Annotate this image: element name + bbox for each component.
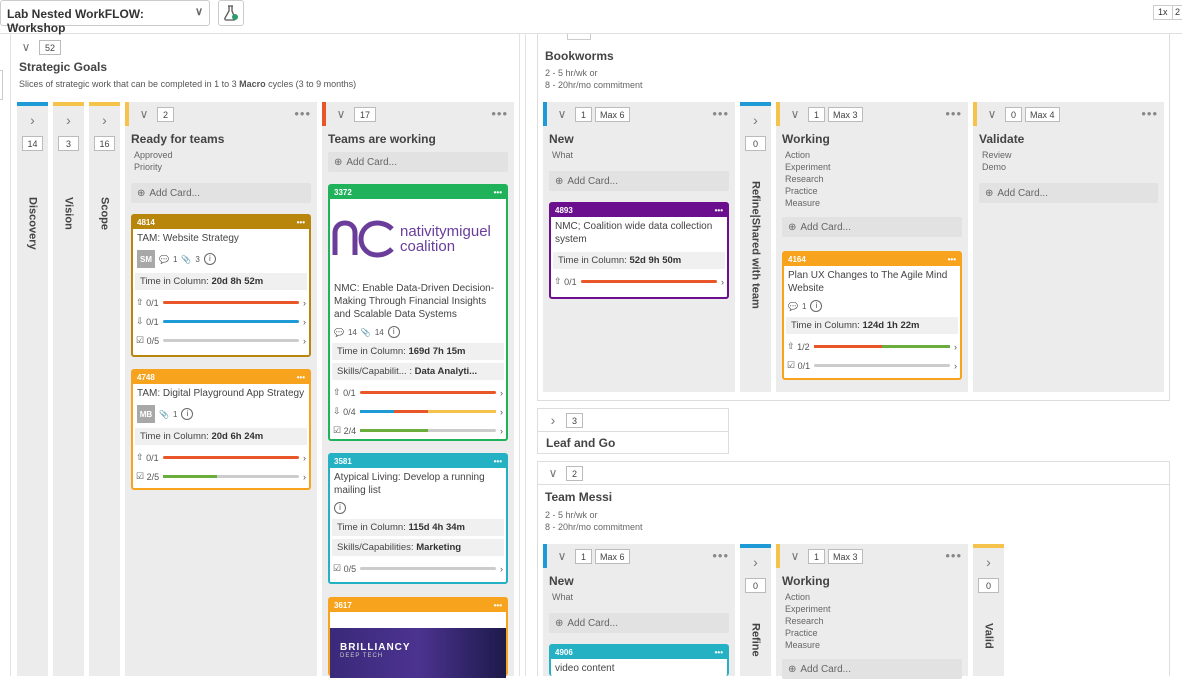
column-menu-icon[interactable]: ••• — [945, 106, 962, 121]
chevron-down-icon: ∨ — [194, 6, 203, 18]
collapsed-column-messi-validate[interactable]: › 0 Valid — [973, 544, 1004, 676]
card-4814[interactable]: 4814 ••• TAM: Website Strategy SM 💬 1 📎 3 i Ti… — [131, 214, 311, 357]
parent-arrow-icon: ⇧ — [136, 297, 144, 307]
card-3617[interactable]: 3617 ••• BRILLIANCY DEEP TECH — [328, 597, 508, 678]
card-4164[interactable]: 4164 ••• Plan UX Changes to The Agile Min… — [782, 251, 962, 380]
card-count: 52 — [39, 39, 62, 55]
info-icon[interactable]: i — [810, 300, 823, 312]
card-menu-icon[interactable]: ••• — [948, 255, 956, 264]
top-toolbar: Lab Nested WorkFLOW: Workshop ∨ 1x 2 — [0, 0, 1182, 35]
comment-icon[interactable]: 💬 — [788, 302, 798, 311]
zoom-2x-button[interactable]: 2 — [1172, 5, 1182, 20]
strategic-goals-header: ∨ 52 — [17, 35, 62, 59]
avatar: MB — [137, 405, 155, 423]
card-menu-icon[interactable]: ••• — [494, 457, 502, 466]
board-title: Lab Nested WorkFLOW: Workshop — [7, 7, 144, 35]
add-card-button[interactable]: ⊕ Add Card... — [782, 217, 962, 237]
column-menu-icon[interactable]: ••• — [1141, 106, 1158, 121]
info-icon[interactable]: i — [334, 502, 346, 514]
collapsed-column-messi-refine[interactable]: › 0 Refine — [740, 544, 771, 676]
collapsed-column-vision[interactable]: › 3 Vision — [53, 102, 84, 676]
add-card-button[interactable]: ⊕ Add Card... — [328, 152, 508, 172]
add-card-button[interactable]: ⊕ Add Card... — [549, 171, 729, 191]
section-description: Slices of strategic work that can be com… — [19, 79, 357, 89]
collapsed-column-refine[interactable]: › 0 Refine|Shared with team — [740, 102, 771, 392]
comment-icon[interactable]: 💬 — [159, 255, 169, 264]
info-icon[interactable]: i — [387, 326, 400, 338]
board-selector[interactable]: Lab Nested WorkFLOW: Workshop ∨ — [0, 0, 210, 35]
card-4906[interactable]: 4906 ••• video content — [549, 644, 729, 676]
card-menu-icon[interactable]: ••• — [715, 206, 723, 215]
card-3581[interactable]: 3581 ••• Atypical Living: Develop a runni… — [328, 453, 508, 584]
card-4748[interactable]: 4748 ••• TAM: Digital Playground App Stra… — [131, 369, 311, 490]
card-menu-icon[interactable]: ••• — [297, 218, 305, 227]
avatar: SM — [137, 250, 155, 268]
collapsed-column-scope[interactable]: › 16 Scope — [89, 102, 120, 676]
add-card-button[interactable]: ⊕ Add Card... — [131, 183, 311, 203]
lab-flask-button[interactable] — [218, 0, 244, 26]
child-arrow-icon: ⇩ — [136, 316, 144, 326]
zoom-1x-button[interactable]: 1x — [1153, 5, 1173, 20]
attachment-icon[interactable]: 📎 — [181, 255, 191, 264]
column-messi-working: ∨ 1 Max 3 ••• Working Action Experiment Re… — [776, 544, 968, 679]
card-menu-icon[interactable]: ••• — [494, 188, 502, 197]
section-title: Strategic Goals — [19, 60, 108, 74]
card-image-logo: nativitymiguel coalition — [330, 199, 506, 279]
card-menu-icon[interactable]: ••• — [297, 373, 305, 382]
column-menu-icon[interactable]: ••• — [294, 106, 311, 121]
info-icon[interactable]: i — [181, 408, 194, 420]
lane-leaf-and-go: › 3 Leaf and Go — [537, 408, 729, 454]
card-3372[interactable]: 3372 ••• nativitymiguel coalition NMC: Ena… — [328, 184, 508, 441]
attachment-icon[interactable]: 📎 — [361, 328, 371, 337]
column-bookworms-validate: ∨ 0 Max 4 ••• Validate Review Demo ⊕ Add Ca… — [973, 102, 1164, 392]
add-card-button[interactable]: ⊕ Add Card... — [979, 183, 1158, 203]
lane-title: Bookworms — [545, 49, 614, 63]
attachment-icon[interactable]: 📎 — [159, 410, 169, 419]
checklist-icon: ☑ — [136, 335, 145, 345]
collapsed-column-discovery[interactable]: › 14 Discovery — [17, 102, 48, 676]
card-menu-icon[interactable]: ••• — [494, 601, 502, 610]
chevron-down-icon[interactable]: ∨ — [332, 107, 350, 121]
info-icon[interactable]: i — [203, 253, 216, 265]
flask-icon — [224, 5, 238, 21]
add-card-button[interactable]: ⊕ Add Card... — [549, 613, 729, 633]
card-image: BRILLIANCY DEEP TECH — [330, 628, 506, 678]
chevron-down-icon[interactable]: ∨ — [135, 107, 153, 121]
add-card-button[interactable]: ⊕ Add Card... — [782, 659, 962, 679]
comment-icon[interactable]: 💬 — [334, 328, 344, 337]
column-menu-icon[interactable]: ••• — [491, 106, 508, 121]
column-menu-icon[interactable]: ••• — [712, 106, 729, 121]
lane-title: Team Messi — [545, 490, 613, 504]
card-4893[interactable]: 4893 ••• NMC; Coalition wide data collect… — [549, 202, 729, 299]
chevron-down-icon[interactable]: ∨ — [17, 40, 35, 54]
